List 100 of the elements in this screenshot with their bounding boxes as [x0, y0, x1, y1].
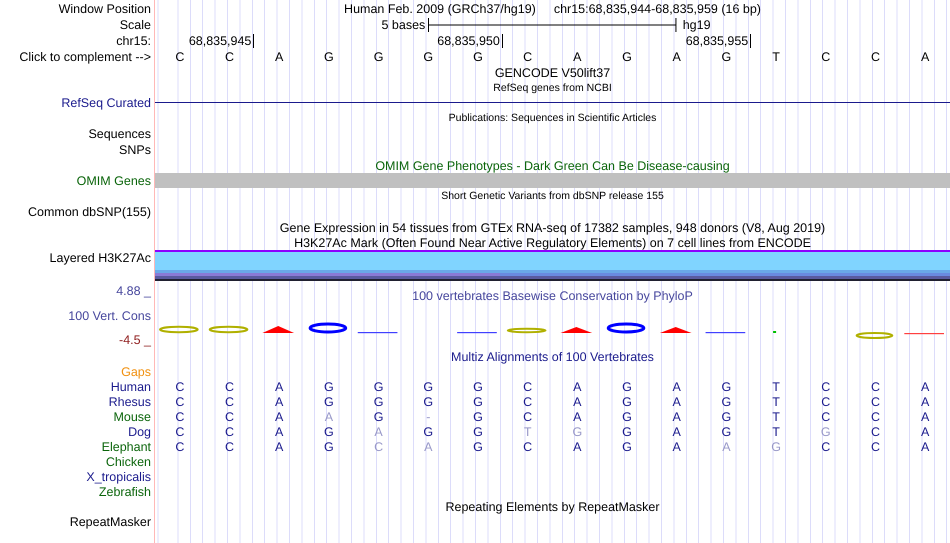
aligned-base: G [622, 394, 632, 408]
base-letter[interactable]: A [672, 50, 681, 64]
aligned-base: G [324, 424, 334, 438]
axis-min: -4.5 _ [119, 333, 151, 347]
aligned-base: A [424, 440, 432, 454]
aligned-base: G [722, 394, 732, 408]
base-letter[interactable]: G [473, 50, 483, 64]
aligned-base: G [374, 410, 384, 424]
track-label[interactable]: 100 Vert. Cons [68, 308, 151, 322]
track-title: 100 vertebrates Basewise Conservation by PhyloP [412, 289, 693, 303]
species-label[interactable]: Mouse [113, 410, 151, 424]
track-label[interactable]: OMIM Genes [76, 174, 151, 188]
aligned-base: C [870, 410, 880, 424]
species-label[interactable]: Zebrafish [98, 484, 151, 498]
aligned-base: A [275, 394, 284, 408]
aligned-base: A [672, 440, 681, 454]
aligned-base: C [821, 394, 830, 408]
aligned-base: G [473, 380, 483, 394]
ruler-tick-label: 68,835,955 [686, 34, 752, 48]
aligned-base: A [920, 410, 930, 424]
aligned-base: A [920, 424, 930, 438]
base-letter[interactable]: G [722, 50, 732, 64]
base-letter[interactable]: G [423, 50, 434, 64]
aligned-base: C [225, 394, 234, 408]
species-label[interactable]: Human [110, 380, 151, 394]
base-letter[interactable]: G [374, 50, 384, 64]
assembly-name: Human Feb. 2009 (GRCh37/hg19) [344, 2, 536, 16]
aligned-base: G [622, 440, 632, 454]
aligned-base: T [772, 380, 780, 394]
aligned-base: A [573, 440, 582, 454]
aligned-base: T [524, 424, 532, 438]
aligned-base: A [275, 410, 284, 424]
aligned-base: C [225, 380, 234, 394]
base-letter[interactable]: A [275, 50, 284, 64]
aligned-base: T [772, 424, 780, 438]
aligned-base: G [622, 380, 632, 394]
aligned-base: C [523, 440, 532, 454]
row-label: chr15: [116, 34, 151, 48]
base-letter[interactable]: A [573, 50, 582, 64]
aligned-base: G [622, 424, 632, 438]
aligned-base: C [870, 394, 880, 408]
aligned-base: C [225, 440, 234, 454]
base-letter[interactable]: C [870, 50, 880, 64]
aligned-base: - [426, 410, 430, 424]
aligned-base: A [573, 394, 582, 408]
aligned-base: G [473, 394, 483, 408]
aligned-base: C [523, 410, 532, 424]
aligned-base: C [870, 440, 880, 454]
base-letter[interactable]: A [920, 50, 930, 64]
aligned-base: C [523, 380, 532, 394]
aligned-base: A [672, 380, 681, 394]
aligned-base: G [423, 380, 434, 394]
position-range: chr15:68,835,944-68,835,959 (16 bp) [554, 2, 761, 16]
species-label[interactable]: X_tropicalis [86, 470, 151, 484]
track-label[interactable]: Layered H3K27Ac [50, 251, 151, 265]
base-letter[interactable]: T [772, 50, 780, 64]
aligned-base: G [423, 394, 434, 408]
base-letter[interactable]: C [523, 50, 532, 64]
track-title: H3K27Ac Mark (Often Found Near Active Regulatory Elements) on 7 cell lines from ENCODE [294, 236, 811, 250]
aligned-base: G [423, 424, 434, 438]
species-label[interactable]: Rhesus [108, 394, 151, 408]
track-title: GENCODE V50lift37 [494, 66, 610, 80]
aligned-base: G [473, 424, 483, 438]
aligned-base: C [225, 410, 234, 424]
aligned-base: C [225, 424, 234, 438]
base-letter[interactable]: C [225, 50, 234, 64]
aligned-base: C [175, 394, 184, 408]
base-letter[interactable]: C [175, 50, 184, 64]
track-label[interactable]: Sequences [88, 127, 151, 141]
aligned-base: A [920, 394, 930, 408]
base-letter[interactable]: G [324, 50, 334, 64]
aligned-base: G [771, 440, 781, 454]
aligned-base: A [374, 424, 383, 438]
species-label[interactable]: Elephant [102, 440, 151, 454]
aligned-base: G [722, 380, 732, 394]
aligned-base: T [772, 394, 780, 408]
aligned-base: G [324, 394, 334, 408]
scale-length: 5 bases [382, 18, 426, 32]
aligned-base: A [920, 440, 930, 454]
ruler-tick-label: 68,835,945 [188, 34, 254, 48]
track-title: Publications: Sequences in Scientific Articles [448, 111, 656, 125]
row-label: Window Position [58, 2, 151, 16]
aligned-base: G [820, 424, 831, 438]
track-label[interactable]: SNPs [119, 143, 151, 157]
track-label[interactable]: RepeatMasker [70, 515, 151, 529]
aligned-base: C [175, 380, 184, 394]
aligned-base: G [722, 424, 732, 438]
complement-link[interactable]: Click to complement --> [19, 50, 151, 64]
track-label[interactable]: Common dbSNP(155) [28, 205, 151, 219]
aligned-base: G [722, 410, 732, 424]
track-label[interactable]: RefSeq Curated [61, 96, 151, 110]
aligned-base: A [275, 440, 284, 454]
species-label[interactable]: Chicken [106, 454, 151, 468]
species-label[interactable]: Dog [128, 424, 151, 438]
track-title: Repeating Elements by RepeatMasker [445, 500, 660, 514]
track-title: Multiz Alignments of 100 Vertebrates [451, 350, 654, 364]
aligned-base: C [374, 440, 384, 454]
aligned-base: A [573, 380, 582, 394]
base-letter[interactable]: G [622, 50, 632, 64]
base-letter[interactable]: C [821, 50, 830, 64]
